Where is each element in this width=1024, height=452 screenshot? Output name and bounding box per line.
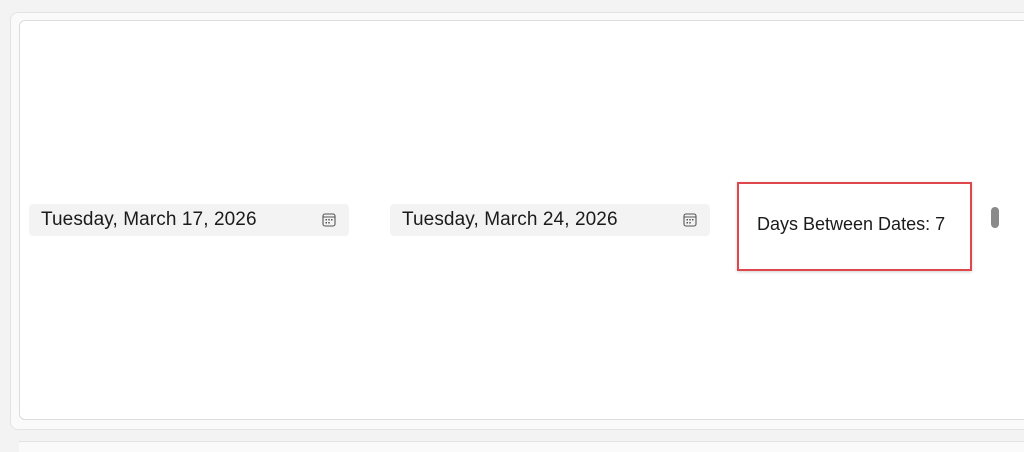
days-between-result: Days Between Dates: 7 — [737, 182, 972, 271]
scrollbar-thumb[interactable] — [991, 207, 999, 228]
end-date-picker[interactable]: Tuesday, March 24, 2026 — [390, 204, 710, 236]
start-date-picker[interactable]: Tuesday, March 17, 2026 — [29, 204, 349, 236]
days-between-label: Days Between Dates: 7 — [757, 214, 946, 234]
calendar-icon[interactable] — [322, 213, 336, 227]
calendar-icon[interactable] — [683, 213, 697, 227]
end-date-value: Tuesday, March 24, 2026 — [402, 209, 618, 230]
start-date-value: Tuesday, March 17, 2026 — [41, 209, 257, 230]
next-panel-edge — [19, 441, 1024, 452]
